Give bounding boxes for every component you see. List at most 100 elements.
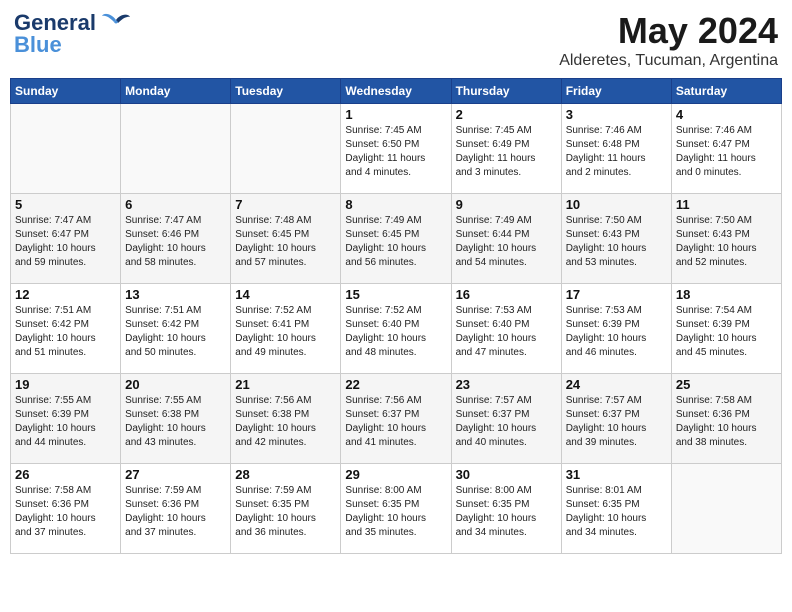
day-info: Sunrise: 7:47 AM Sunset: 6:46 PM Dayligh… — [125, 214, 226, 270]
day-info: Sunrise: 7:55 AM Sunset: 6:38 PM Dayligh… — [125, 394, 226, 450]
day-info: Sunrise: 7:59 AM Sunset: 6:36 PM Dayligh… — [125, 484, 226, 540]
day-number: 11 — [676, 197, 777, 212]
day-number: 17 — [566, 287, 667, 302]
calendar-cell: 2 Sunrise: 7:45 AM Sunset: 6:49 PM Daylig… — [451, 104, 561, 194]
day-number: 29 — [345, 467, 446, 482]
calendar-cell: 13Sunrise: 7:51 AM Sunset: 6:42 PM Dayli… — [121, 284, 231, 374]
day-info: Sunrise: 7:45 AM Sunset: 6:50 PM Dayligh… — [345, 124, 446, 180]
day-number: 2 — [456, 107, 557, 122]
page-header: General Blue May 2024 Alderetes, Tucuman… — [10, 10, 782, 70]
day-number: 9 — [456, 197, 557, 212]
day-number: 8 — [345, 197, 446, 212]
day-info: Sunrise: 7:53 AM Sunset: 6:40 PM Dayligh… — [456, 304, 557, 360]
day-number: 6 — [125, 197, 226, 212]
calendar-cell: 14 Sunrise: 7:52 AM Sunset: 6:41 PM Dayli… — [231, 284, 341, 374]
day-number: 22 — [345, 377, 446, 392]
calendar-cell — [671, 464, 781, 554]
calendar-cell: 3Sunrise: 7:46 AM Sunset: 6:48 PM Daylig… — [561, 104, 671, 194]
day-info: Sunrise: 8:00 AM Sunset: 6:35 PM Dayligh… — [345, 484, 446, 540]
day-info: Sunrise: 7:52 AM Sunset: 6:40 PM Dayligh… — [345, 304, 446, 360]
day-number: 14 — [235, 287, 336, 302]
day-info: Sunrise: 7:48 AM Sunset: 6:45 PM Dayligh… — [235, 214, 336, 270]
day-info: Sunrise: 7:56 AM Sunset: 6:38 PM Dayligh… — [235, 394, 336, 450]
day-number: 18 — [676, 287, 777, 302]
calendar-cell: 1 Sunrise: 7:45 AM Sunset: 6:50 PM Daylig… — [341, 104, 451, 194]
weekday-header-monday: Monday — [121, 79, 231, 104]
weekday-header-saturday: Saturday — [671, 79, 781, 104]
day-info: Sunrise: 7:52 AM Sunset: 6:41 PM Dayligh… — [235, 304, 336, 360]
day-number: 28 — [235, 467, 336, 482]
day-number: 31 — [566, 467, 667, 482]
day-number: 10 — [566, 197, 667, 212]
day-info: Sunrise: 7:50 AM Sunset: 6:43 PM Dayligh… — [566, 214, 667, 270]
day-info: Sunrise: 7:57 AM Sunset: 6:37 PM Dayligh… — [456, 394, 557, 450]
day-info: Sunrise: 7:47 AM Sunset: 6:47 PM Dayligh… — [15, 214, 116, 270]
day-info: Sunrise: 7:45 AM Sunset: 6:49 PM Dayligh… — [456, 124, 557, 180]
day-info: Sunrise: 7:49 AM Sunset: 6:45 PM Dayligh… — [345, 214, 446, 270]
day-number: 20 — [125, 377, 226, 392]
calendar-cell: 7 Sunrise: 7:48 AM Sunset: 6:45 PM Daylig… — [231, 194, 341, 284]
day-info: Sunrise: 8:00 AM Sunset: 6:35 PM Dayligh… — [456, 484, 557, 540]
day-number: 13 — [125, 287, 226, 302]
calendar-cell: 12Sunrise: 7:51 AM Sunset: 6:42 PM Dayli… — [11, 284, 121, 374]
location-subtitle: Alderetes, Tucuman, Argentina — [559, 52, 778, 70]
calendar-cell: 23 Sunrise: 7:57 AM Sunset: 6:37 PM Dayli… — [451, 374, 561, 464]
calendar-cell: 28 Sunrise: 7:59 AM Sunset: 6:35 PM Dayli… — [231, 464, 341, 554]
weekday-header-friday: Friday — [561, 79, 671, 104]
weekday-header-sunday: Sunday — [11, 79, 121, 104]
calendar-cell — [11, 104, 121, 194]
day-info: Sunrise: 7:57 AM Sunset: 6:37 PM Dayligh… — [566, 394, 667, 450]
calendar-cell — [231, 104, 341, 194]
day-number: 16 — [456, 287, 557, 302]
calendar-cell: 17Sunrise: 7:53 AM Sunset: 6:39 PM Dayli… — [561, 284, 671, 374]
calendar-cell: 21 Sunrise: 7:56 AM Sunset: 6:38 PM Dayli… — [231, 374, 341, 464]
day-info: Sunrise: 7:55 AM Sunset: 6:39 PM Dayligh… — [15, 394, 116, 450]
day-info: Sunrise: 7:50 AM Sunset: 6:43 PM Dayligh… — [676, 214, 777, 270]
calendar-cell: 19Sunrise: 7:55 AM Sunset: 6:39 PM Dayli… — [11, 374, 121, 464]
day-number: 12 — [15, 287, 116, 302]
day-info: Sunrise: 7:54 AM Sunset: 6:39 PM Dayligh… — [676, 304, 777, 360]
calendar-week-row: 5 Sunrise: 7:47 AM Sunset: 6:47 PM Daylig… — [11, 194, 782, 284]
day-number: 21 — [235, 377, 336, 392]
day-number: 3 — [566, 107, 667, 122]
calendar-week-row: 1 Sunrise: 7:45 AM Sunset: 6:50 PM Daylig… — [11, 104, 782, 194]
calendar-cell: 6 Sunrise: 7:47 AM Sunset: 6:46 PM Daylig… — [121, 194, 231, 284]
calendar-cell: 27 Sunrise: 7:59 AM Sunset: 6:36 PM Dayli… — [121, 464, 231, 554]
day-number: 25 — [676, 377, 777, 392]
calendar-cell: 29 Sunrise: 8:00 AM Sunset: 6:35 PM Dayli… — [341, 464, 451, 554]
day-number: 26 — [15, 467, 116, 482]
day-number: 1 — [345, 107, 446, 122]
calendar-cell: 18 Sunrise: 7:54 AM Sunset: 6:39 PM Dayli… — [671, 284, 781, 374]
day-number: 24 — [566, 377, 667, 392]
title-section: May 2024 Alderetes, Tucuman, Argentina — [559, 10, 778, 70]
day-info: Sunrise: 8:01 AM Sunset: 6:35 PM Dayligh… — [566, 484, 667, 540]
day-info: Sunrise: 7:46 AM Sunset: 6:47 PM Dayligh… — [676, 124, 777, 180]
day-number: 15 — [345, 287, 446, 302]
day-number: 23 — [456, 377, 557, 392]
calendar-cell: 30 Sunrise: 8:00 AM Sunset: 6:35 PM Dayli… — [451, 464, 561, 554]
calendar-cell: 22Sunrise: 7:56 AM Sunset: 6:37 PM Dayli… — [341, 374, 451, 464]
calendar-cell: 11 Sunrise: 7:50 AM Sunset: 6:43 PM Dayli… — [671, 194, 781, 284]
bird-icon — [102, 10, 130, 30]
month-title: May 2024 — [559, 10, 778, 52]
calendar-cell: 4 Sunrise: 7:46 AM Sunset: 6:47 PM Daylig… — [671, 104, 781, 194]
weekday-header-tuesday: Tuesday — [231, 79, 341, 104]
day-number: 30 — [456, 467, 557, 482]
day-number: 5 — [15, 197, 116, 212]
calendar-cell: 5 Sunrise: 7:47 AM Sunset: 6:47 PM Daylig… — [11, 194, 121, 284]
day-number: 27 — [125, 467, 226, 482]
calendar-cell: 20 Sunrise: 7:55 AM Sunset: 6:38 PM Dayli… — [121, 374, 231, 464]
calendar-cell: 9Sunrise: 7:49 AM Sunset: 6:44 PM Daylig… — [451, 194, 561, 284]
day-number: 4 — [676, 107, 777, 122]
calendar-week-row: 12Sunrise: 7:51 AM Sunset: 6:42 PM Dayli… — [11, 284, 782, 374]
calendar-cell: 8 Sunrise: 7:49 AM Sunset: 6:45 PM Daylig… — [341, 194, 451, 284]
calendar-cell: 26 Sunrise: 7:58 AM Sunset: 6:36 PM Dayli… — [11, 464, 121, 554]
weekday-header-wednesday: Wednesday — [341, 79, 451, 104]
day-number: 7 — [235, 197, 336, 212]
calendar-cell: 31 Sunrise: 8:01 AM Sunset: 6:35 PM Dayli… — [561, 464, 671, 554]
day-info: Sunrise: 7:58 AM Sunset: 6:36 PM Dayligh… — [15, 484, 116, 540]
calendar-cell: 25Sunrise: 7:58 AM Sunset: 6:36 PM Dayli… — [671, 374, 781, 464]
day-info: Sunrise: 7:59 AM Sunset: 6:35 PM Dayligh… — [235, 484, 336, 540]
calendar-cell: 10 Sunrise: 7:50 AM Sunset: 6:43 PM Dayli… — [561, 194, 671, 284]
calendar-week-row: 19Sunrise: 7:55 AM Sunset: 6:39 PM Dayli… — [11, 374, 782, 464]
